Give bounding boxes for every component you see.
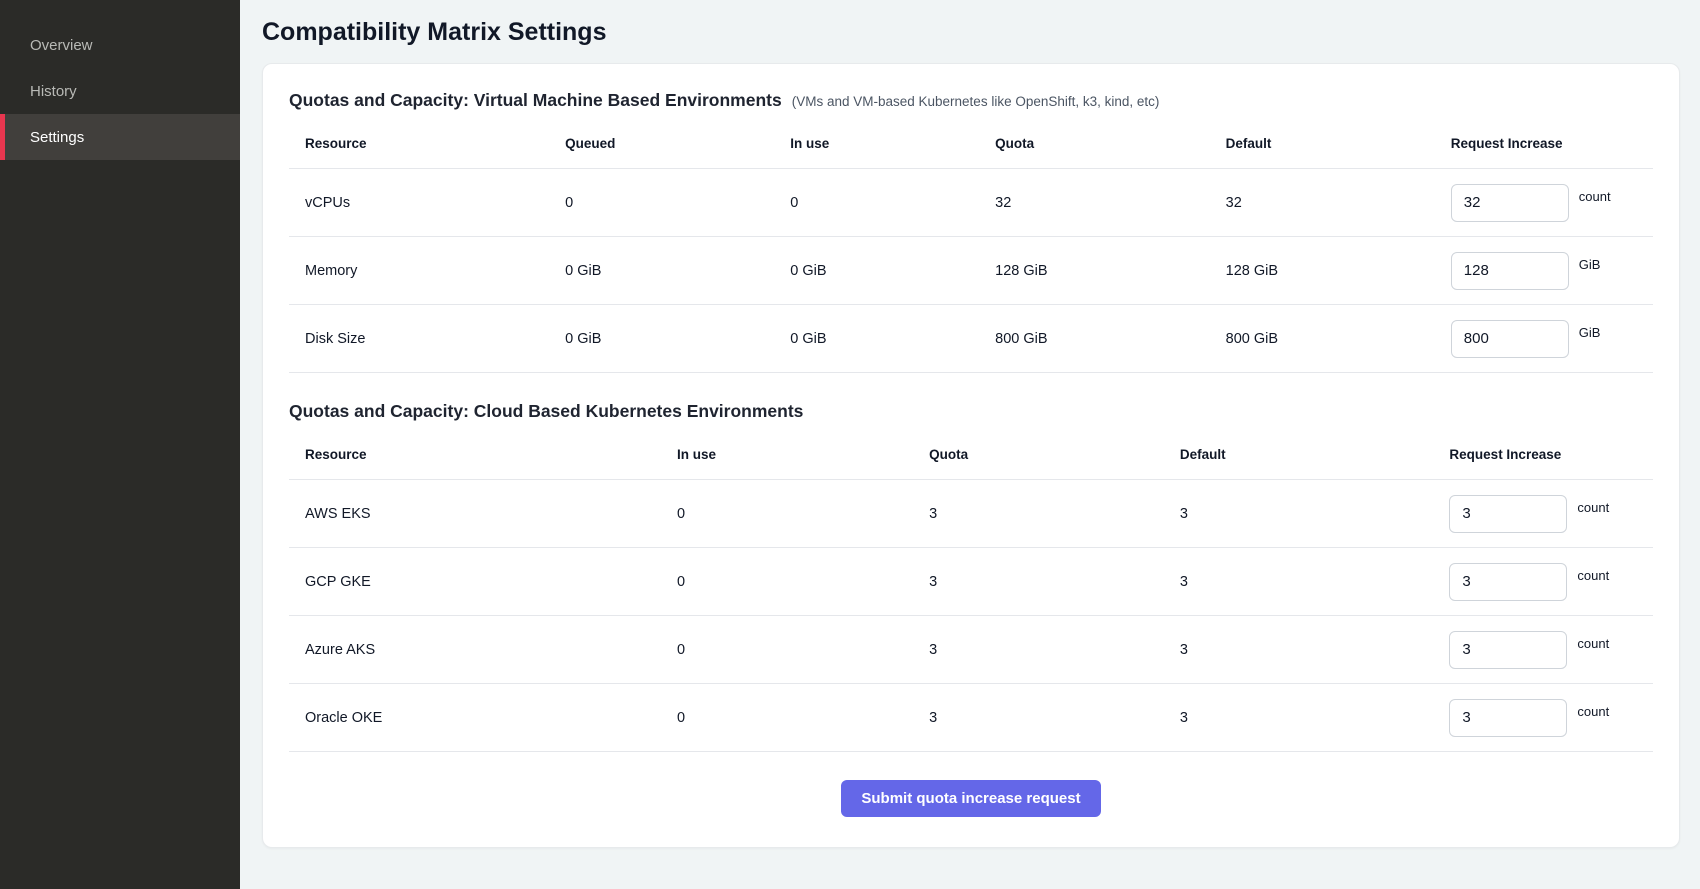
- request-increase-input-gcp-gke[interactable]: [1449, 563, 1567, 601]
- column-header-default: Default: [1226, 136, 1451, 151]
- column-header-resource: Resource: [305, 447, 677, 462]
- table-row-aws-eks: AWS EKS 0 3 3 count: [289, 480, 1653, 548]
- request-increase-cell: GiB: [1451, 252, 1653, 290]
- cloud-table-header-row: Resource In use Quota Default Request In…: [289, 430, 1653, 480]
- resource-name: Azure AKS: [305, 642, 677, 658]
- column-header-in-use: In use: [677, 447, 929, 462]
- sidebar-item-overview[interactable]: Overview: [0, 22, 240, 68]
- vm-table-header-row: Resource Queued In use Quota Default Req…: [289, 119, 1653, 169]
- in-use-value: 0: [677, 642, 929, 658]
- table-row-oracle-oke: Oracle OKE 0 3 3 count: [289, 684, 1653, 752]
- request-increase-input-oracle-oke[interactable]: [1449, 699, 1567, 737]
- submit-quota-increase-button[interactable]: Submit quota increase request: [841, 780, 1100, 817]
- quota-value: 3: [929, 574, 1180, 590]
- resource-name: vCPUs: [305, 195, 565, 211]
- main-content: Compatibility Matrix Settings Quotas and…: [240, 0, 1700, 889]
- column-header-default: Default: [1180, 447, 1450, 462]
- in-use-value: 0: [677, 506, 929, 522]
- default-value: 128 GiB: [1226, 263, 1451, 279]
- settings-card: Quotas and Capacity: Virtual Machine Bas…: [262, 63, 1680, 848]
- request-increase-cell: count: [1449, 495, 1653, 533]
- submit-button-row: Submit quota increase request: [289, 752, 1653, 817]
- column-header-request-increase: Request Increase: [1451, 136, 1653, 151]
- column-header-queued: Queued: [565, 136, 790, 151]
- column-header-in-use: In use: [790, 136, 995, 151]
- request-increase-cell: GiB: [1451, 320, 1653, 358]
- resource-name: Disk Size: [305, 331, 565, 347]
- request-increase-cell: count: [1449, 631, 1653, 669]
- request-increase-input-azure-aks[interactable]: [1449, 631, 1567, 669]
- sidebar-item-history[interactable]: History: [0, 68, 240, 114]
- in-use-value: 0: [790, 195, 995, 211]
- sidebar: Overview History Settings: [0, 0, 240, 889]
- quota-value: 128 GiB: [995, 263, 1226, 279]
- resource-name: Oracle OKE: [305, 710, 677, 726]
- column-header-request-increase: Request Increase: [1449, 447, 1653, 462]
- request-increase-input-aws-eks[interactable]: [1449, 495, 1567, 533]
- request-increase-input-disk-size[interactable]: [1451, 320, 1569, 358]
- default-value: 3: [1180, 574, 1450, 590]
- default-value: 3: [1180, 506, 1450, 522]
- in-use-value: 0: [677, 574, 929, 590]
- queued-value: 0 GiB: [565, 263, 790, 279]
- table-row-azure-aks: Azure AKS 0 3 3 count: [289, 616, 1653, 684]
- table-row-vcpus: vCPUs 0 0 32 32 count: [289, 169, 1653, 237]
- in-use-value: 0 GiB: [790, 331, 995, 347]
- request-increase-cell: count: [1449, 699, 1653, 737]
- default-value: 32: [1226, 195, 1451, 211]
- default-value: 3: [1180, 710, 1450, 726]
- unit-label: GiB: [1579, 325, 1601, 340]
- sidebar-item-settings[interactable]: Settings: [0, 114, 240, 160]
- in-use-value: 0 GiB: [790, 263, 995, 279]
- quota-value: 3: [929, 642, 1180, 658]
- page-title: Compatibility Matrix Settings: [262, 18, 1680, 47]
- queued-value: 0: [565, 195, 790, 211]
- app-window: Overview History Settings Compatibility …: [0, 0, 1700, 889]
- resource-name: AWS EKS: [305, 506, 677, 522]
- request-increase-cell: count: [1451, 184, 1653, 222]
- unit-label: count: [1579, 189, 1611, 204]
- request-increase-input-vcpus[interactable]: [1451, 184, 1569, 222]
- quota-value: 32: [995, 195, 1226, 211]
- cloud-section-title: Quotas and Capacity: Cloud Based Kuberne…: [289, 401, 803, 422]
- column-header-quota: Quota: [995, 136, 1226, 151]
- vm-section-header: Quotas and Capacity: Virtual Machine Bas…: [289, 90, 1653, 111]
- in-use-value: 0: [677, 710, 929, 726]
- request-increase-input-memory[interactable]: [1451, 252, 1569, 290]
- table-row-gcp-gke: GCP GKE 0 3 3 count: [289, 548, 1653, 616]
- unit-label: GiB: [1579, 257, 1601, 272]
- quota-value: 3: [929, 710, 1180, 726]
- request-increase-cell: count: [1449, 563, 1653, 601]
- table-row-disk-size: Disk Size 0 GiB 0 GiB 800 GiB 800 GiB Gi…: [289, 305, 1653, 373]
- column-header-resource: Resource: [305, 136, 565, 151]
- quota-value: 800 GiB: [995, 331, 1226, 347]
- default-value: 800 GiB: [1226, 331, 1451, 347]
- cloud-section-header: Quotas and Capacity: Cloud Based Kuberne…: [289, 401, 1653, 422]
- table-row-memory: Memory 0 GiB 0 GiB 128 GiB 128 GiB GiB: [289, 237, 1653, 305]
- unit-label: count: [1577, 704, 1609, 719]
- vm-section-title: Quotas and Capacity: Virtual Machine Bas…: [289, 90, 782, 111]
- resource-name: GCP GKE: [305, 574, 677, 590]
- vm-section-subtitle: (VMs and VM-based Kubernetes like OpenSh…: [792, 94, 1160, 109]
- unit-label: count: [1577, 500, 1609, 515]
- queued-value: 0 GiB: [565, 331, 790, 347]
- resource-name: Memory: [305, 263, 565, 279]
- default-value: 3: [1180, 642, 1450, 658]
- quota-value: 3: [929, 506, 1180, 522]
- unit-label: count: [1577, 568, 1609, 583]
- unit-label: count: [1577, 636, 1609, 651]
- column-header-quota: Quota: [929, 447, 1180, 462]
